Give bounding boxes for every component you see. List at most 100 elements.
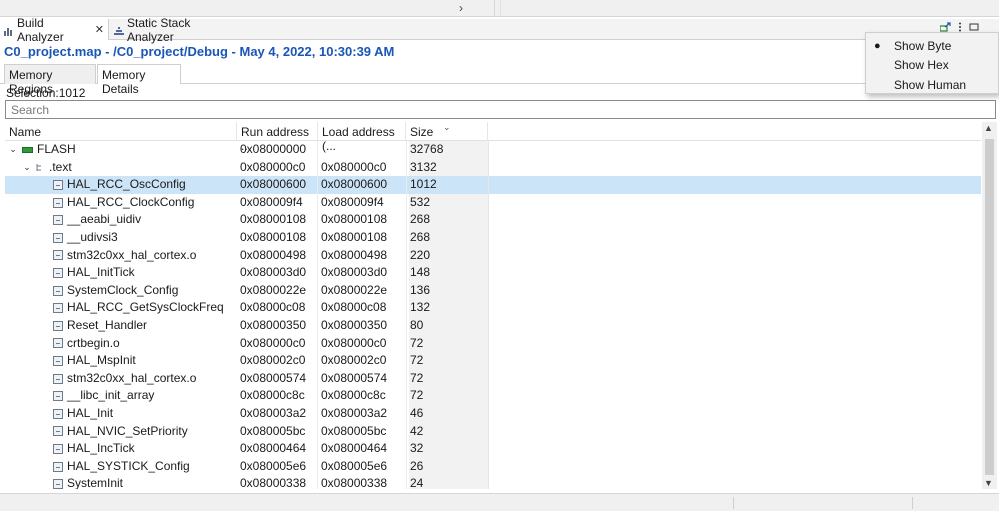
- cell-size-wrapper: 220: [409, 246, 489, 265]
- column-header-run-address[interactable]: Run address ...: [237, 122, 318, 153]
- sub-tab-bar: Memory Regions Memory Details: [0, 64, 999, 96]
- cell-name: __libc_init_array: [5, 387, 237, 405]
- row-name: Reset_Handler: [67, 318, 148, 332]
- row-name: .text: [49, 159, 72, 174]
- cell-size-wrapper: 80: [409, 317, 489, 335]
- cell-size-wrapper: 46: [409, 405, 489, 423]
- row-name: HAL_RCC_OscConfig: [67, 177, 186, 192]
- cell-size-wrapper: 72: [409, 352, 489, 370]
- expand-chevron-icon[interactable]: ⌄: [22, 159, 32, 177]
- table-row[interactable]: HAL_RCC_ClockConfig 0x080009f4 0x080009f4 5…: [5, 193, 981, 212]
- row-name: SystemInit: [67, 476, 124, 489]
- cell-size-wrapper: 42: [409, 422, 489, 441]
- table-row[interactable]: SystemInit 0x08000338 0x08000338 24: [5, 475, 981, 489]
- table-row[interactable]: HAL_NVIC_SetPriority 0x080005bc 0x080005bc…: [5, 422, 981, 441]
- menu-item-show-byte[interactable]: ● Show Byte: [866, 36, 998, 56]
- display-format-menu: ● Show Byte Show Hex Show Human: [865, 32, 999, 94]
- menu-item-show-human[interactable]: Show Human: [866, 75, 998, 95]
- section-icon: [36, 163, 45, 172]
- table-row[interactable]: HAL_IncTick 0x08000464 0x08000464 32: [5, 440, 981, 458]
- cell-run-address: 0x080000c0: [240, 158, 318, 177]
- cell-size-wrapper: 32: [409, 440, 489, 458]
- build-analyzer-icon: [4, 25, 14, 36]
- table-row[interactable]: __libc_init_array 0x08000c8c 0x08000c8c 72: [5, 387, 981, 405]
- cell-load-address: 0x08000574: [321, 369, 407, 388]
- cell-size-wrapper: 3132: [409, 158, 489, 177]
- cell-size: 72: [410, 388, 424, 403]
- cell-load-address: 0x08000600: [321, 176, 407, 194]
- table-row[interactable]: crtbegin.o 0x080000c0 0x080000c0 72: [5, 334, 981, 353]
- tab-memory-regions[interactable]: Memory Regions: [4, 64, 96, 96]
- menu-item-show-hex[interactable]: Show Hex: [866, 56, 998, 76]
- row-name: HAL_IncTick: [67, 441, 135, 456]
- chevron-right-icon[interactable]: ›: [459, 0, 463, 16]
- vertical-scrollbar[interactable]: ▲ ▼: [982, 122, 997, 489]
- symbol-icon: [53, 479, 63, 489]
- cell-load-address: 0x08000350: [321, 317, 407, 335]
- column-header-name[interactable]: Name: [5, 122, 237, 141]
- row-name: HAL_SYSTICK_Config: [67, 458, 190, 473]
- cell-run-address: 0x08000c08: [240, 299, 318, 317]
- symbol-icon: [53, 250, 63, 261]
- table-row[interactable]: __aeabi_uidiv 0x08000108 0x08000108 268: [5, 211, 981, 229]
- cell-run-address: 0x080003a2: [240, 405, 318, 423]
- radio-checked-icon: ●: [874, 39, 881, 52]
- table-row[interactable]: HAL_MspInit 0x080002c0 0x080002c0 72: [5, 352, 981, 370]
- cell-run-address: 0x080009f4: [240, 193, 318, 212]
- cell-run-address: 0x08000464: [240, 440, 318, 458]
- expand-chevron-icon[interactable]: ⌄: [8, 141, 18, 159]
- tab-label: Build Analyzer: [17, 15, 64, 44]
- table-row[interactable]: __udivsi3 0x08000108 0x08000108 268: [5, 229, 981, 247]
- cell-size-wrapper: 268: [409, 229, 489, 247]
- cell-size: 268: [410, 230, 431, 244]
- table-row[interactable]: stm32c0xx_hal_cortex.o 0x08000574 0x080005…: [5, 369, 981, 388]
- cell-name: SystemInit: [5, 475, 237, 489]
- cell-load-address: 0x080000c0: [321, 158, 407, 177]
- tab-memory-details[interactable]: Memory Details: [97, 64, 181, 96]
- table-row[interactable]: ⌄ FLASH 0x08000000 32768: [5, 141, 981, 159]
- table-row[interactable]: HAL_RCC_OscConfig 0x08000600 0x08000600 101…: [5, 176, 981, 194]
- cell-name: HAL_IncTick: [5, 440, 237, 458]
- close-icon[interactable]: ✕: [95, 23, 104, 36]
- scroll-up-arrow-icon[interactable]: ▲: [984, 123, 993, 133]
- scroll-down-arrow-icon[interactable]: ▼: [984, 478, 993, 488]
- row-name: HAL_MspInit: [67, 353, 136, 368]
- cell-size-wrapper: 26: [409, 457, 489, 476]
- cell-size: 72: [410, 370, 424, 385]
- table-row[interactable]: HAL_RCC_GetSysClockFreq 0x08000c08 0x08000…: [5, 299, 981, 317]
- menu-item-label: Show Hex: [894, 58, 949, 73]
- cell-size: 268: [410, 212, 431, 227]
- table-row[interactable]: HAL_SYSTICK_Config 0x080005e6 0x080005e6 26: [5, 457, 981, 476]
- table-row[interactable]: Reset_Handler 0x08000350 0x08000350 80: [5, 317, 981, 335]
- tab-build-analyzer[interactable]: Build Analyzer ✕: [0, 16, 109, 44]
- scrollbar-thumb[interactable]: [985, 139, 994, 475]
- table-row[interactable]: SystemClock_Config 0x0800022e 0x0800022e 13…: [5, 281, 981, 300]
- row-name: HAL_RCC_GetSysClockFreq: [67, 300, 224, 315]
- table-row[interactable]: stm32c0xx_hal_cortex.o 0x08000498 0x080004…: [5, 246, 981, 265]
- page-title: C0_project.map - /C0_project/Debug - May…: [4, 44, 395, 59]
- cell-name: stm32c0xx_hal_cortex.o: [5, 370, 237, 388]
- cell-name: HAL_RCC_ClockConfig: [5, 194, 237, 212]
- cell-size: 80: [410, 318, 424, 332]
- cell-load-address: 0x080005bc: [321, 422, 407, 441]
- tab-static-stack-analyzer[interactable]: Static Stack Analyzer: [110, 16, 230, 44]
- cell-size: 136: [410, 282, 431, 297]
- cell-size: 1012: [410, 177, 437, 192]
- cell-run-address: 0x08000108: [240, 211, 318, 229]
- symbol-icon: [53, 355, 63, 366]
- row-name: stm32c0xx_hal_cortex.o: [67, 370, 197, 385]
- table-row[interactable]: HAL_Init 0x080003a2 0x080003a2 46: [5, 405, 981, 423]
- cell-size: 42: [410, 423, 424, 438]
- sort-descending-icon: ⌄: [443, 122, 451, 132]
- table-row[interactable]: HAL_InitTick 0x080003d0 0x080003d0 148: [5, 264, 981, 282]
- table-row[interactable]: ⌄ .text 0x080000c0 0x080000c0 3132: [5, 158, 981, 177]
- cell-size-wrapper: 268: [409, 211, 489, 229]
- cell-name: Reset_Handler: [5, 317, 237, 335]
- symbol-icon: [53, 426, 63, 437]
- cell-name: HAL_InitTick: [5, 264, 237, 282]
- cell-size-wrapper: 72: [409, 387, 489, 405]
- cell-run-address: 0x0800022e: [240, 281, 318, 300]
- search-input[interactable]: [5, 100, 996, 119]
- column-header-load-address[interactable]: Load address (...: [318, 122, 406, 153]
- cell-run-address: 0x08000498: [240, 246, 318, 265]
